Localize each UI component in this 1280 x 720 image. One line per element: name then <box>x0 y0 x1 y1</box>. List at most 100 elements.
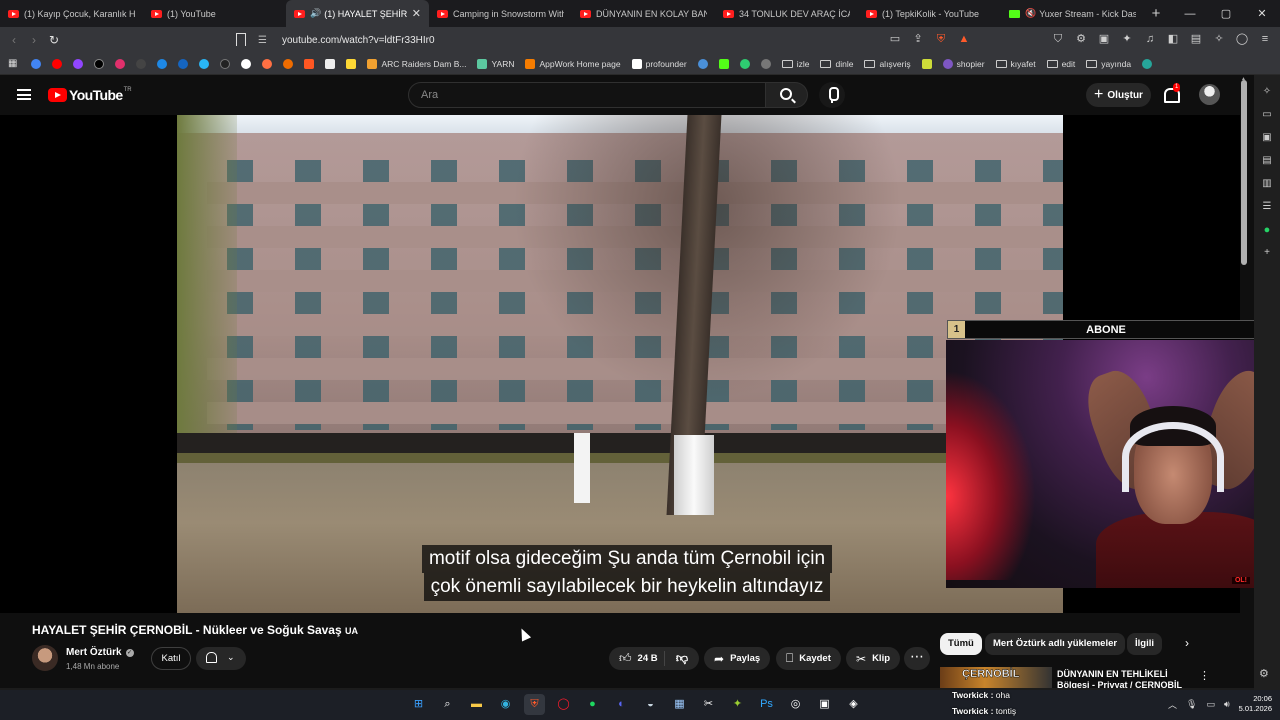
dislike-button[interactable]: 👎︎ <box>665 651 699 666</box>
taskbar-search-icon[interactable]: ⌕ <box>437 694 458 715</box>
bookmark-site-icon[interactable] <box>157 58 168 69</box>
instagram-icon[interactable] <box>115 58 126 69</box>
folder-dinle[interactable]: dinle <box>820 59 853 69</box>
music-icon[interactable]: ♫ <box>1143 32 1157 46</box>
wallet-icon[interactable]: ▤ <box>1189 32 1203 46</box>
browser-tab[interactable]: (1) YouTube <box>143 0 286 27</box>
create-button[interactable]: + Oluştur <box>1086 83 1151 107</box>
app-icon[interactable]: ▣ <box>814 694 835 715</box>
bookmark-site-icon[interactable] <box>346 58 357 69</box>
bookmark-site-icon[interactable] <box>697 58 708 69</box>
apps-grid-icon[interactable]: ▦ <box>8 58 17 69</box>
save-button[interactable]: ⎕ Kaydet <box>776 647 841 670</box>
spotify-icon[interactable]: ● <box>582 694 603 715</box>
tray-chevron-icon[interactable]: ︿ <box>1168 698 1177 711</box>
bookmark-site-icon[interactable] <box>739 58 750 69</box>
minimize-icon[interactable]: — <box>1172 8 1208 20</box>
bookmark-profounder[interactable]: profounder <box>631 58 687 69</box>
bookmark-site-icon[interactable] <box>1142 58 1153 69</box>
site-settings-icon[interactable]: ☰ <box>258 35 272 46</box>
add-panel-icon[interactable]: + <box>1260 246 1274 260</box>
search-input[interactable]: Ara <box>408 82 766 108</box>
close-tab-icon[interactable]: ✕ <box>412 7 421 20</box>
ai-icon[interactable]: ✧ <box>1212 32 1226 46</box>
capcut-icon[interactable]: ✂ <box>698 694 719 715</box>
muted-speaker-icon[interactable]: 🔇 <box>1025 8 1036 19</box>
reading-list-icon[interactable]: ▭ <box>1260 108 1274 122</box>
calculator-icon[interactable]: ▦ <box>669 694 690 715</box>
chip-related[interactable]: İlgili <box>1127 633 1162 655</box>
share-button[interactable]: ➦ Paylaş <box>704 647 771 670</box>
bookmark-site-icon[interactable] <box>304 58 315 69</box>
google-icon[interactable] <box>31 58 42 69</box>
extension-icon[interactable]: ▣ <box>1097 32 1111 46</box>
bookmark-site-icon[interactable] <box>262 58 273 69</box>
bookmark-site-icon[interactable] <box>921 58 932 69</box>
video-frame[interactable]: motif olsa gideceğim Şu anda tüm Çernobi… <box>177 115 1063 613</box>
cast-icon[interactable]: ▭ <box>888 32 902 46</box>
browser-tab[interactable]: (1) TepkiKolik - YouTube <box>858 0 1001 27</box>
bookmark-arc-raiders[interactable]: ARC Raiders Dam B... <box>367 58 466 69</box>
bookmark-site-icon[interactable] <box>760 58 771 69</box>
network-icon[interactable]: ▭ <box>1206 699 1215 710</box>
hamburger-menu-icon[interactable] <box>17 89 31 100</box>
extension-icon[interactable]: ⚙ <box>1074 32 1088 46</box>
taskbar-clock[interactable]: 20:06 5.01.2026 <box>1239 694 1272 714</box>
brave-shield-icon[interactable]: ⛨ <box>934 32 948 46</box>
settings-gear-icon[interactable]: ⚙ <box>1259 667 1269 680</box>
notifications-bell-icon[interactable]: 1 <box>1163 83 1181 103</box>
more-actions-button[interactable]: ⋯ <box>904 647 930 670</box>
speaker-icon[interactable]: 🔊 <box>310 8 321 19</box>
close-window-icon[interactable]: ✕ <box>1244 7 1280 20</box>
volume-icon[interactable]: 🔊︎ <box>1224 699 1230 710</box>
reload-icon[interactable]: ↻ <box>44 33 64 47</box>
join-button[interactable]: Katıl <box>151 647 191 670</box>
extensions-puzzle-icon[interactable]: ✦ <box>1120 32 1134 46</box>
browser-tab[interactable]: Camping in Snowstorm With M <box>429 0 572 27</box>
github-icon[interactable] <box>136 58 147 69</box>
bookmark-site-icon[interactable] <box>199 58 210 69</box>
bookmark-site-icon[interactable] <box>283 58 294 69</box>
like-button[interactable]: 👍︎ 24 B <box>609 651 665 666</box>
subscribed-notifications-button[interactable]: ⌄ <box>196 647 246 670</box>
app-icon[interactable]: ◈ <box>843 694 864 715</box>
youtube-logo[interactable]: YouTube TR <box>48 87 132 103</box>
start-menu-icon[interactable]: ⊞ <box>408 694 429 715</box>
menu-icon[interactable]: ≡ <box>1258 32 1272 46</box>
folder-kiyafet[interactable]: kıyafet <box>995 59 1036 69</box>
video-player[interactable]: motif olsa gideceğim Şu anda tüm Çernobi… <box>0 115 1280 613</box>
microphone-icon[interactable]: 🎙︎ <box>1186 699 1197 710</box>
bookmark-icon[interactable] <box>236 33 246 46</box>
forward-icon[interactable]: › <box>24 33 44 47</box>
maximize-icon[interactable]: ▢ <box>1208 7 1244 20</box>
twitch-icon[interactable] <box>73 58 84 69</box>
recommended-menu-icon[interactable]: ⋮ <box>1199 669 1210 682</box>
rewards-icon[interactable]: ▲ <box>957 32 971 46</box>
browser-tab[interactable]: (1) Kayıp Çocuk, Karanlık Hata <box>0 0 143 27</box>
list-icon[interactable]: ☰ <box>1260 200 1274 214</box>
bookmark-yarn[interactable]: YARN <box>477 58 514 69</box>
bookmark-site-icon[interactable] <box>220 58 231 69</box>
app-icon[interactable]: ✦ <box>727 694 748 715</box>
bookmark-site-icon[interactable] <box>241 58 252 69</box>
browser-tab[interactable]: 34 TONLUK DEV ARAÇ İCAT ED <box>715 0 858 27</box>
bookmarks-panel-icon[interactable]: ▤ <box>1260 154 1274 168</box>
discord-icon[interactable]: ◐ <box>611 694 632 715</box>
new-tab-button[interactable]: + <box>1144 5 1168 22</box>
folder-izle[interactable]: izle <box>781 59 809 69</box>
browser-tab[interactable]: DÜNYANIN EN KOLAY BANKA <box>572 0 715 27</box>
kick-icon[interactable] <box>718 58 729 69</box>
opera-icon[interactable]: ◯ <box>553 694 574 715</box>
shield-outline-icon[interactable]: ◯ <box>1235 32 1249 46</box>
chip-all[interactable]: Tümü <box>940 633 982 655</box>
ai-assistant-icon[interactable]: ✧ <box>1260 85 1274 99</box>
search-button[interactable] <box>766 82 808 108</box>
account-avatar[interactable] <box>1199 84 1220 105</box>
steam-icon[interactable]: ◒ <box>640 694 661 715</box>
sidebar-toggle-icon[interactable]: ◧ <box>1166 32 1180 46</box>
brave-icon[interactable]: ⛨ <box>524 694 545 715</box>
photoshop-icon[interactable]: Ps <box>756 694 777 715</box>
folder-alisveris[interactable]: alışveriş <box>864 59 911 69</box>
browser-tab[interactable]: 🔇Yuxer Stream - Kick Dashbo <box>1001 0 1144 27</box>
voice-search-icon[interactable] <box>819 82 845 108</box>
